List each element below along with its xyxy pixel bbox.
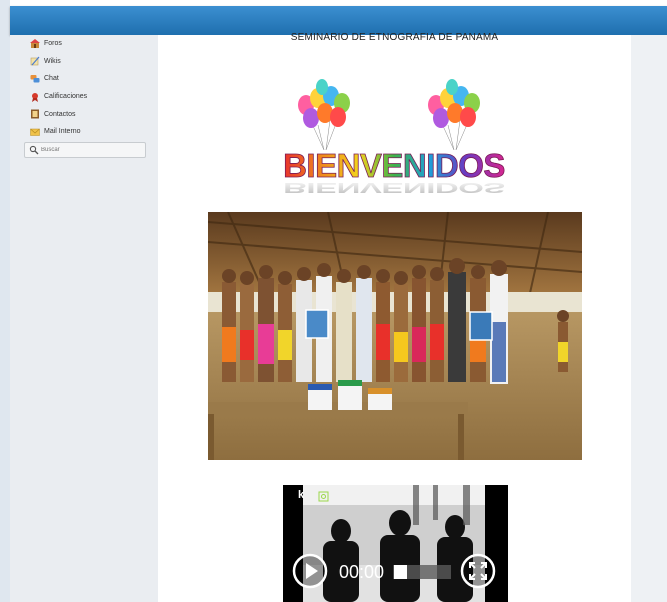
forum-icon	[30, 38, 40, 49]
search-input[interactable]	[41, 147, 137, 153]
main-content: SEMINARIO DE ETNOGRAFIA DE PANAMA BIENVE…	[158, 32, 631, 602]
contacts-icon	[30, 109, 40, 119]
sidebar-item-label: Contactos	[44, 110, 76, 118]
search-icon	[29, 145, 39, 155]
video-time: 00:00	[339, 562, 385, 582]
sidebar: Foros Wikis Chat Calificaciones Contacto…	[10, 35, 158, 602]
group-photo	[208, 212, 582, 460]
sidebar-item-calificaciones[interactable]: Calificaciones	[30, 88, 87, 106]
sidebar-item-label: Wikis	[44, 57, 61, 65]
welcome-text: BIENVENIDOS	[283, 147, 505, 184]
video-progress-handle[interactable]	[394, 565, 407, 579]
top-header-bar	[10, 6, 667, 35]
sidebar-item-wikis[interactable]: Wikis	[30, 53, 87, 71]
fullscreen-button[interactable]	[460, 553, 496, 589]
mail-icon	[30, 127, 40, 137]
sidebar-item-chat[interactable]: Chat	[30, 70, 87, 88]
chat-icon	[30, 74, 40, 84]
sidebar-nav: Foros Wikis Chat Calificaciones Contacto…	[30, 35, 87, 141]
video-progress-bar[interactable]	[393, 565, 451, 579]
balloons-right	[428, 79, 480, 151]
sidebar-item-label: Calificaciones	[44, 93, 88, 101]
sidebar-item-label: Chat	[44, 75, 59, 83]
fullscreen-icon	[460, 553, 496, 589]
right-gutter	[631, 35, 667, 602]
left-edge-strip	[0, 0, 10, 602]
balloons-left	[298, 79, 350, 151]
sidebar-item-mail-interno[interactable]: Mail Interno	[30, 123, 87, 141]
search-box	[24, 142, 146, 158]
sidebar-item-contactos[interactable]: Contactos	[30, 105, 87, 123]
page-title: SEMINARIO DE ETNOGRAFIA DE PANAMA	[290, 32, 499, 43]
wiki-icon	[30, 56, 40, 66]
play-icon	[292, 553, 328, 589]
play-button[interactable]	[292, 553, 328, 589]
sidebar-item-label: Mail Interno	[44, 128, 81, 136]
camera-icon	[318, 491, 329, 502]
sidebar-item-foros[interactable]: Foros	[30, 35, 87, 53]
video-player[interactable]: k 00:00	[283, 485, 508, 602]
video-logo: k	[298, 489, 305, 501]
sidebar-item-label: Foros	[44, 40, 62, 48]
welcome-banner: BIENVENIDOS BIENVENIDOS	[283, 79, 506, 196]
welcome-text-reflection: BIENVENIDOS	[283, 179, 505, 195]
grades-icon	[30, 92, 40, 102]
